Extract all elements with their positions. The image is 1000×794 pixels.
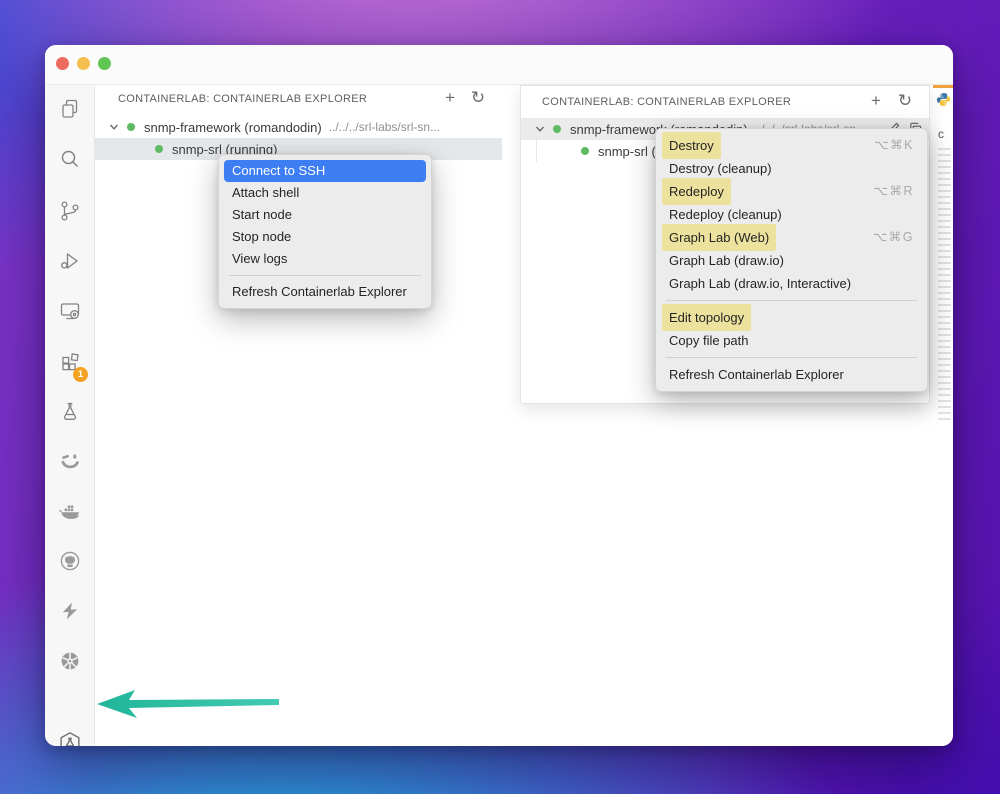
menu-item-attach-shell[interactable]: Attach shell <box>224 182 426 204</box>
shortcut: ⌥⌘K <box>874 138 914 152</box>
refresh-button[interactable]: ↻ <box>467 87 489 109</box>
menu-item-start-node[interactable]: Start node <box>224 204 426 226</box>
activity-item-containerlab[interactable] <box>45 723 95 746</box>
node-context-menu: Connect to SSH Attach shell Start node S… <box>218 154 432 309</box>
node-status-dot <box>155 145 163 153</box>
activity-item-testing[interactable] <box>45 391 95 431</box>
lightning-icon <box>62 602 78 620</box>
active-tab-indicator <box>933 85 953 88</box>
lab-context-menu: Destroy ⌥⌘K Destroy (cleanup) Redeploy ⌥… <box>655 128 928 392</box>
desktop-background: 1 CONTAINERLAB: CONTAINERLAB EXPLORER + … <box>0 0 1000 794</box>
right-panel-header: CONTAINERLAB: CONTAINERLAB EXPLORER + ↻ <box>521 86 929 114</box>
minimap[interactable] <box>938 148 951 420</box>
lab-path: ../../../srl-labs/srl-sn... <box>328 120 441 134</box>
menu-item-edit-topology[interactable]: Edit topology <box>661 304 922 331</box>
extensions-badge: 1 <box>73 367 88 382</box>
menu-item-destroy-cleanup[interactable]: Destroy (cleanup) <box>661 157 922 180</box>
lab-status-dot <box>127 123 135 131</box>
search-icon <box>61 150 78 167</box>
git-branch-icon <box>61 201 79 221</box>
tree-row-lab[interactable]: snmp-framework (romandodin) ../../../srl… <box>95 116 502 138</box>
menu-separator <box>229 275 421 276</box>
beaker-icon <box>63 402 77 420</box>
shortcut: ⌥⌘G <box>872 230 914 244</box>
activity-item-docker[interactable] <box>45 491 95 531</box>
activity-item-search[interactable] <box>45 139 95 179</box>
python-icon <box>936 93 951 106</box>
menu-item-destroy[interactable]: Destroy ⌥⌘K <box>661 132 922 159</box>
activity-item-run-debug[interactable] <box>45 241 95 281</box>
right-screenshot-panel: CONTAINERLAB: CONTAINERLAB EXPLORER + ↻ … <box>520 85 930 404</box>
menu-separator <box>666 300 917 301</box>
vscode-window: 1 CONTAINERLAB: CONTAINERLAB EXPLORER + … <box>45 45 953 746</box>
menu-item-redeploy[interactable]: Redeploy ⌥⌘R <box>661 178 922 205</box>
python-tab[interactable] <box>936 92 951 112</box>
activity-bar: 1 <box>45 85 95 746</box>
deploy-lab-button[interactable]: + <box>439 87 461 109</box>
github-icon <box>60 551 80 571</box>
menu-item-connect-ssh[interactable]: Connect to SSH <box>224 160 426 182</box>
debug-play-icon <box>61 253 78 269</box>
smiley-icon <box>61 454 79 469</box>
menu-item-refresh-explorer[interactable]: Refresh Containerlab Explorer <box>661 363 922 386</box>
activity-item-remote-explorer[interactable] <box>45 291 95 331</box>
close-button[interactable] <box>56 57 69 70</box>
menu-item-refresh-explorer[interactable]: Refresh Containerlab Explorer <box>224 281 426 303</box>
lab-status-dot <box>553 125 561 133</box>
minimize-button[interactable] <box>77 57 90 70</box>
menu-item-copy-file-path[interactable]: Copy file path <box>661 329 922 352</box>
editor-code-text: c <box>938 127 944 141</box>
files-icon <box>62 99 78 118</box>
shortcut: ⌥⌘R <box>873 184 914 198</box>
menu-separator <box>666 357 917 358</box>
activity-item-extensions[interactable]: 1 <box>45 341 95 382</box>
activity-item-kubernetes[interactable] <box>45 641 95 681</box>
lab-label: snmp-framework (romandodin) <box>144 119 322 135</box>
chevron-down-icon[interactable] <box>109 120 119 135</box>
titlebar[interactable] <box>45 45 953 85</box>
menu-item-stop-node[interactable]: Stop node <box>224 226 426 248</box>
remote-monitor-icon <box>60 303 80 320</box>
menu-item-view-logs[interactable]: View logs <box>224 248 426 270</box>
left-panel-header: CONTAINERLAB: CONTAINERLAB EXPLORER + ↻ <box>95 85 502 113</box>
right-panel-title: CONTAINERLAB: CONTAINERLAB EXPLORER <box>542 96 792 108</box>
menu-item-graph-lab-drawio-interactive[interactable]: Graph Lab (draw.io, Interactive) <box>661 272 922 295</box>
kubernetes-helm-icon <box>61 652 79 670</box>
deploy-lab-button[interactable]: + <box>865 90 887 112</box>
activity-item-explorer[interactable] <box>45 89 95 129</box>
chevron-down-icon[interactable] <box>535 122 545 137</box>
menu-item-graph-lab-web[interactable]: Graph Lab (Web) ⌥⌘G <box>661 224 922 251</box>
maximize-button[interactable] <box>98 57 111 70</box>
node-status-dot <box>581 147 589 155</box>
containerlab-icon <box>60 732 80 746</box>
indent-guide <box>110 138 111 160</box>
activity-item-smiley[interactable] <box>45 441 95 481</box>
indent-guide <box>536 140 537 162</box>
left-panel-title: CONTAINERLAB: CONTAINERLAB EXPLORER <box>118 93 368 105</box>
menu-item-graph-lab-drawio[interactable]: Graph Lab (draw.io) <box>661 249 922 272</box>
menu-item-redeploy-cleanup[interactable]: Redeploy (cleanup) <box>661 203 922 226</box>
docker-whale-icon <box>59 505 80 519</box>
activity-item-thunder-client[interactable] <box>45 591 95 631</box>
refresh-button[interactable]: ↻ <box>894 90 916 112</box>
activity-item-source-control[interactable] <box>45 191 95 231</box>
annotation-arrow <box>97 690 279 718</box>
activity-item-github[interactable] <box>45 541 95 581</box>
